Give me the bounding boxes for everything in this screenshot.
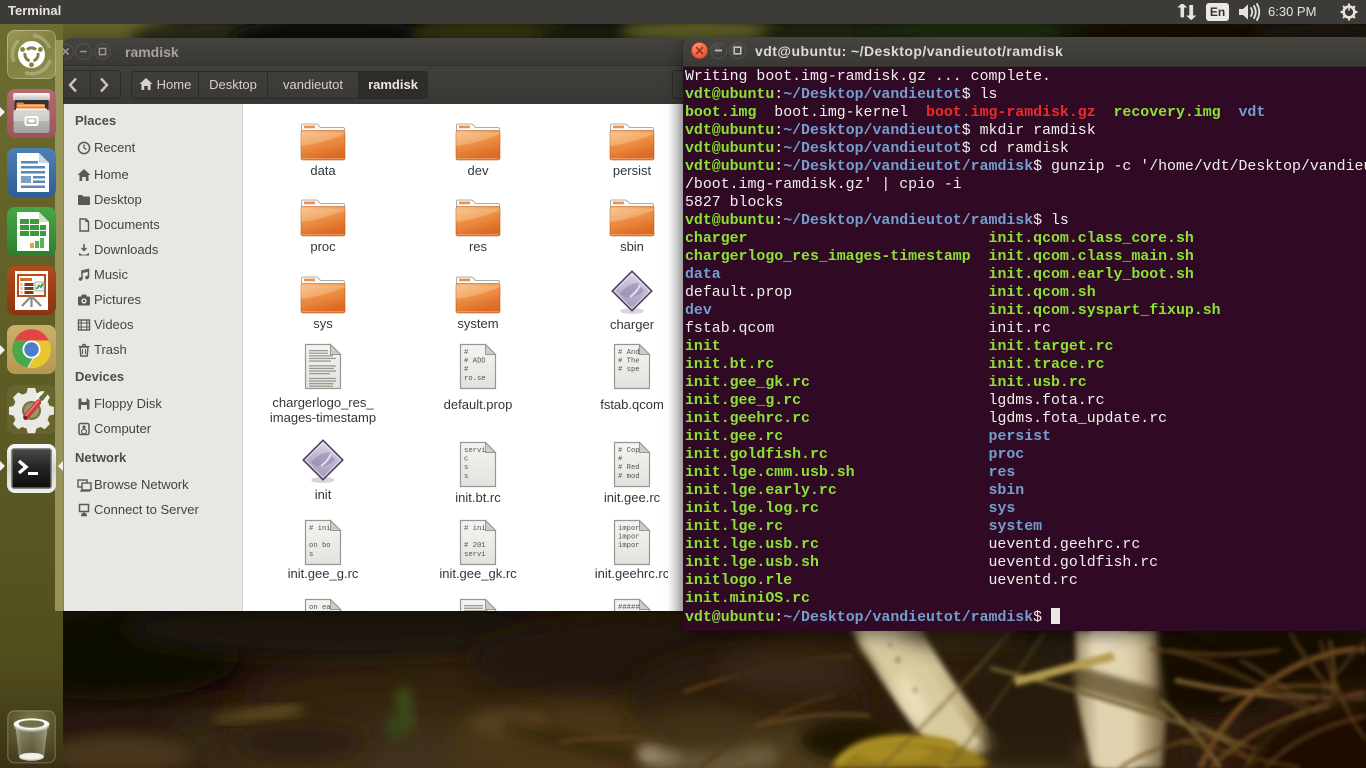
svg-text:# The: # The xyxy=(618,358,640,366)
svg-text:on ea: on ea xyxy=(309,604,331,611)
svg-text:#: # xyxy=(464,349,469,357)
svg-text:# ini: # ini xyxy=(464,525,486,533)
svg-text:servi: servi xyxy=(464,447,486,455)
svg-text:on bo: on bo xyxy=(309,542,331,550)
svg-text:# ini: # ini xyxy=(309,525,331,533)
svg-text:servi: servi xyxy=(464,551,486,559)
svg-text:s: s xyxy=(464,464,468,472)
svg-text:#: # xyxy=(464,366,469,374)
svg-text:# And: # And xyxy=(618,349,640,357)
svg-text:s: s xyxy=(309,551,313,559)
svg-text:ro.se: ro.se xyxy=(464,375,486,383)
svg-text:#: # xyxy=(618,456,623,464)
svg-text:# Cop: # Cop xyxy=(618,447,640,455)
svg-text:# Red: # Red xyxy=(618,464,640,472)
svg-text:# mod: # mod xyxy=(618,473,640,481)
svg-text:impor: impor xyxy=(618,525,640,533)
svg-text:# 201: # 201 xyxy=(464,542,486,550)
svg-text:#####: ##### xyxy=(618,604,640,611)
svg-text:s: s xyxy=(464,473,468,481)
svg-text:# ADD: # ADD xyxy=(464,358,486,366)
svg-text:# spe: # spe xyxy=(618,366,640,374)
svg-text:impor: impor xyxy=(618,542,640,550)
svg-text:impor: impor xyxy=(618,534,640,542)
svg-text:c: c xyxy=(464,456,468,464)
